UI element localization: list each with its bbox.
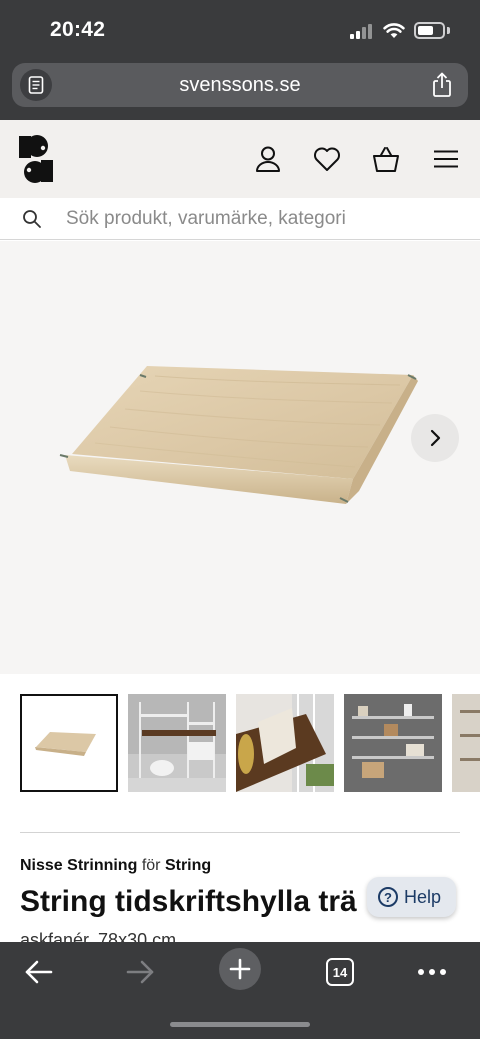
thumbnail-4[interactable] — [344, 694, 442, 792]
battery-cap — [447, 27, 450, 34]
product-brand-line: Nisse Strinning för String — [20, 857, 211, 875]
chevron-right-icon — [430, 429, 441, 447]
thumbnail-1[interactable] — [20, 694, 118, 792]
svenssons-logo[interactable] — [18, 134, 54, 184]
thumb-magazines-image — [236, 694, 334, 792]
divider — [20, 832, 460, 833]
help-question-icon: ? — [378, 887, 398, 907]
thumb-shelf-image — [22, 696, 116, 790]
search-bar — [0, 198, 480, 240]
product-title: String tidskriftshylla trä — [20, 885, 357, 918]
search-input[interactable] — [66, 206, 456, 232]
more-options-button[interactable] — [410, 950, 454, 994]
designer-link[interactable]: Nisse Strinning — [20, 857, 137, 874]
thumbnail-2[interactable] — [128, 694, 226, 792]
share-icon[interactable] — [430, 72, 454, 98]
for-word: för — [141, 857, 161, 874]
home-indicator — [170, 1022, 310, 1027]
shopping-basket-icon[interactable] — [371, 144, 401, 174]
arrow-right-icon — [126, 960, 154, 984]
status-bar: 20:42 — [0, 0, 480, 60]
address-bar[interactable]: svenssons.se — [12, 63, 468, 107]
thumbnail-3[interactable] — [236, 694, 334, 792]
site-header — [0, 120, 480, 198]
thumb-grey-wall-image — [344, 694, 442, 792]
new-tab-button[interactable] — [219, 948, 261, 990]
tabs-button[interactable]: 14 — [318, 950, 362, 994]
url-text[interactable]: svenssons.se — [12, 74, 468, 97]
thumbnail-strip — [0, 694, 480, 794]
tab-count: 14 — [326, 958, 354, 986]
more-dots-icon — [418, 969, 446, 975]
thumb-partial-image — [452, 694, 480, 792]
browser-top-chrome: 20:42 svenssons.se — [0, 0, 480, 120]
arrow-left-icon — [25, 960, 53, 984]
plus-icon — [229, 958, 251, 980]
menu-hamburger-icon[interactable] — [431, 144, 461, 174]
battery-icon — [414, 22, 445, 39]
thumbnail-5[interactable] — [452, 694, 480, 792]
help-button[interactable]: ? Help — [367, 877, 456, 917]
cellular-signal-icon — [350, 23, 374, 39]
status-time: 20:42 — [50, 18, 106, 41]
search-icon — [23, 210, 41, 228]
back-button[interactable] — [17, 950, 61, 994]
brand-link[interactable]: String — [165, 857, 211, 874]
product-image-magazine-shelf — [59, 366, 418, 504]
carousel-next-button[interactable] — [411, 414, 459, 462]
product-image-carousel[interactable] — [0, 241, 480, 674]
wifi-icon — [383, 23, 405, 38]
thumb-room-image — [128, 694, 226, 792]
forward-button[interactable] — [118, 950, 162, 994]
account-icon[interactable] — [253, 144, 283, 174]
browser-bottom-toolbar: 14 — [0, 942, 480, 1039]
wishlist-heart-icon[interactable] — [312, 144, 342, 174]
help-label: Help — [404, 886, 442, 907]
